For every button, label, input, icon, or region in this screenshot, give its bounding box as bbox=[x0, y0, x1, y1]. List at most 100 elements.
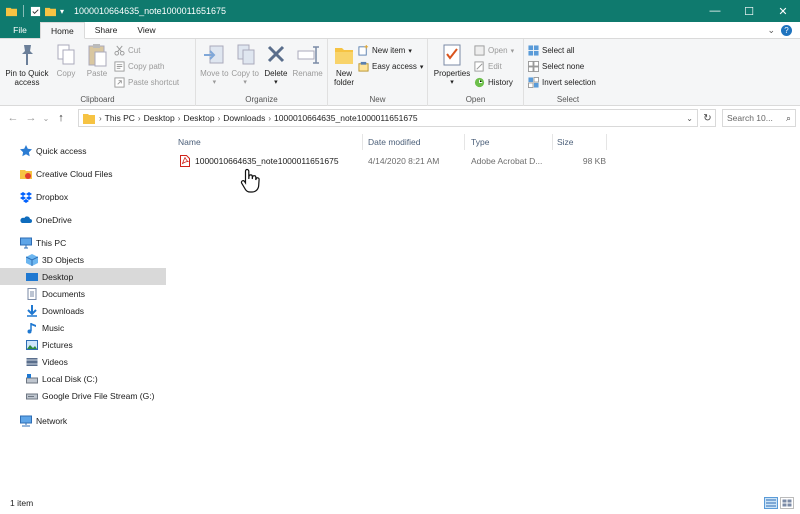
pin-icon bbox=[22, 45, 33, 65]
new-item-icon bbox=[358, 45, 369, 56]
breadcrumb-desktop-2[interactable]: Desktop bbox=[183, 113, 214, 123]
sidebar-item-dropbox[interactable]: Dropbox bbox=[0, 188, 166, 205]
desktop-icon bbox=[26, 272, 38, 281]
new-group: New folder New item ▾ Easy access ▾ New bbox=[328, 39, 428, 106]
open-button[interactable]: Open ▾ bbox=[474, 44, 514, 57]
pdf-file-icon bbox=[180, 154, 190, 167]
column-divider[interactable] bbox=[552, 134, 553, 150]
back-arrow-icon[interactable]: ← bbox=[4, 112, 22, 124]
properties-icon[interactable] bbox=[30, 6, 41, 17]
select-none-button[interactable]: Select none bbox=[528, 60, 596, 73]
breadcrumb-this-pc[interactable]: This PC bbox=[105, 113, 135, 123]
up-arrow-icon[interactable]: ↑ bbox=[52, 112, 70, 124]
open-group: Properties ▾ Open ▾ Edit History Open bbox=[428, 39, 524, 106]
recent-locations-chevron-icon[interactable]: ⌄ bbox=[40, 114, 52, 123]
column-divider[interactable] bbox=[606, 134, 607, 150]
history-icon bbox=[474, 77, 485, 88]
sidebar-item-creative-cloud-files[interactable]: Creative Cloud Files bbox=[0, 165, 166, 182]
network-icon bbox=[20, 415, 32, 426]
select-all-button[interactable]: Select all bbox=[528, 44, 596, 57]
cut-button[interactable]: Cut bbox=[114, 44, 179, 57]
folder-icon bbox=[83, 113, 95, 124]
sidebar-item-pictures[interactable]: Pictures bbox=[0, 336, 166, 353]
table-row[interactable]: 1000010664635_note1000011651675 4/14/202… bbox=[176, 152, 616, 169]
new-folder-icon bbox=[335, 48, 353, 64]
column-header-date-modified[interactable]: Date modified bbox=[368, 134, 420, 150]
paste-shortcut-button[interactable]: Paste shortcut bbox=[114, 76, 179, 89]
navigation-bar: ← → ⌄ ↑ › This PC › Desktop › Desktop › … bbox=[0, 107, 800, 129]
sidebar-item-onedrive[interactable]: OneDrive bbox=[0, 211, 166, 228]
details-view-button[interactable] bbox=[764, 497, 778, 509]
tab-home[interactable]: Home bbox=[40, 22, 85, 39]
ribbon: Pin to Quick access Copy Paste Cut Copy … bbox=[0, 39, 800, 106]
column-divider[interactable] bbox=[464, 134, 465, 150]
paste-shortcut-icon bbox=[114, 77, 125, 88]
sidebar-item-downloads[interactable]: Downloads bbox=[0, 302, 166, 319]
history-button[interactable]: History bbox=[474, 76, 514, 89]
edit-icon bbox=[474, 61, 484, 72]
details-view-icon bbox=[766, 499, 776, 507]
sidebar-item-music[interactable]: Music bbox=[0, 319, 166, 336]
item-count: 1 item bbox=[10, 498, 34, 508]
sidebar-item-videos[interactable]: Videos bbox=[0, 353, 166, 370]
sidebar-item-3d-objects[interactable]: 3D Objects bbox=[0, 251, 166, 268]
column-header-size[interactable]: Size bbox=[557, 134, 574, 150]
breadcrumb-separator-icon: › bbox=[268, 113, 272, 123]
music-note-icon bbox=[27, 322, 36, 333]
customize-qat-chevron-icon[interactable]: ▾ bbox=[60, 7, 64, 16]
tab-view[interactable]: View bbox=[127, 22, 165, 38]
close-button[interactable]: ✕ bbox=[766, 0, 800, 22]
large-icons-view-icon bbox=[782, 499, 792, 507]
edit-button[interactable]: Edit bbox=[474, 60, 514, 73]
properties-icon bbox=[443, 44, 461, 66]
breadcrumb-downloads[interactable]: Downloads bbox=[223, 113, 265, 123]
address-bar[interactable]: › This PC › Desktop › Desktop › Download… bbox=[78, 109, 698, 127]
chevron-down-icon: ▾ bbox=[243, 79, 247, 86]
sidebar-item-network[interactable]: Network bbox=[0, 412, 166, 429]
forward-arrow-icon[interactable]: → bbox=[22, 112, 40, 124]
3d-objects-icon bbox=[26, 253, 38, 266]
breadcrumb-separator-icon: › bbox=[177, 113, 181, 123]
computer-icon bbox=[20, 237, 32, 248]
chevron-down-icon: ▾ bbox=[419, 63, 424, 71]
easy-access-button[interactable]: Easy access ▾ bbox=[358, 60, 423, 73]
sidebar-item-google-drive[interactable]: Google Drive File Stream (G:) bbox=[0, 387, 166, 404]
rename-icon bbox=[297, 46, 319, 64]
breadcrumb-separator-icon: › bbox=[137, 113, 141, 123]
refresh-button[interactable]: ↻ bbox=[700, 109, 716, 127]
new-folder-icon[interactable] bbox=[45, 6, 56, 17]
sidebar-item-documents[interactable]: Documents bbox=[0, 285, 166, 302]
copy-path-button[interactable]: Copy path bbox=[114, 60, 179, 73]
chevron-down-icon: ▾ bbox=[212, 79, 217, 86]
sidebar-item-this-pc[interactable]: This PC bbox=[0, 234, 166, 251]
documents-icon bbox=[27, 287, 37, 300]
tab-share[interactable]: Share bbox=[85, 22, 128, 38]
file-date-cell: 4/14/2020 8:21 AM bbox=[368, 155, 440, 166]
file-name-cell[interactable]: 1000010664635_note1000011651675 bbox=[180, 152, 339, 169]
search-input[interactable]: Search 10... ⌕ bbox=[722, 109, 796, 127]
column-divider[interactable] bbox=[362, 134, 363, 150]
new-item-button[interactable]: New item ▾ bbox=[358, 44, 423, 57]
scissors-icon bbox=[114, 45, 125, 56]
breadcrumb-desktop[interactable]: Desktop bbox=[144, 113, 175, 123]
download-arrow-icon bbox=[27, 304, 37, 317]
invert-selection-button[interactable]: Invert selection bbox=[528, 76, 596, 89]
column-header-type[interactable]: Type bbox=[471, 134, 489, 150]
status-bar: 1 item bbox=[0, 492, 800, 514]
quick-access-toolbar: ▾ bbox=[0, 5, 64, 17]
sidebar-item-local-disk-c[interactable]: Local Disk (C:) bbox=[0, 370, 166, 387]
chevron-down-icon[interactable]: ⌄ bbox=[767, 25, 775, 36]
sidebar-item-desktop[interactable]: Desktop bbox=[0, 268, 166, 285]
breadcrumb-current-folder[interactable]: 1000010664635_note1000011651675 bbox=[274, 113, 418, 123]
column-header-name[interactable]: Name bbox=[178, 134, 201, 150]
window-title: 1000010664635_note1000011651675 bbox=[74, 6, 227, 16]
sidebar-item-quick-access[interactable]: Quick access bbox=[0, 142, 166, 159]
tab-file[interactable]: File bbox=[0, 22, 40, 38]
help-icon[interactable]: ? bbox=[781, 24, 792, 36]
minimize-button[interactable]: — bbox=[698, 0, 732, 22]
large-icons-view-button[interactable] bbox=[780, 497, 794, 509]
address-dropdown-chevron-icon[interactable]: ⌄ bbox=[686, 114, 693, 123]
title-bar: ▾ 1000010664635_note1000011651675 — ☐ ✕ bbox=[0, 0, 800, 22]
file-type-cell: Adobe Acrobat D... bbox=[471, 155, 543, 166]
maximize-button[interactable]: ☐ bbox=[732, 0, 766, 22]
